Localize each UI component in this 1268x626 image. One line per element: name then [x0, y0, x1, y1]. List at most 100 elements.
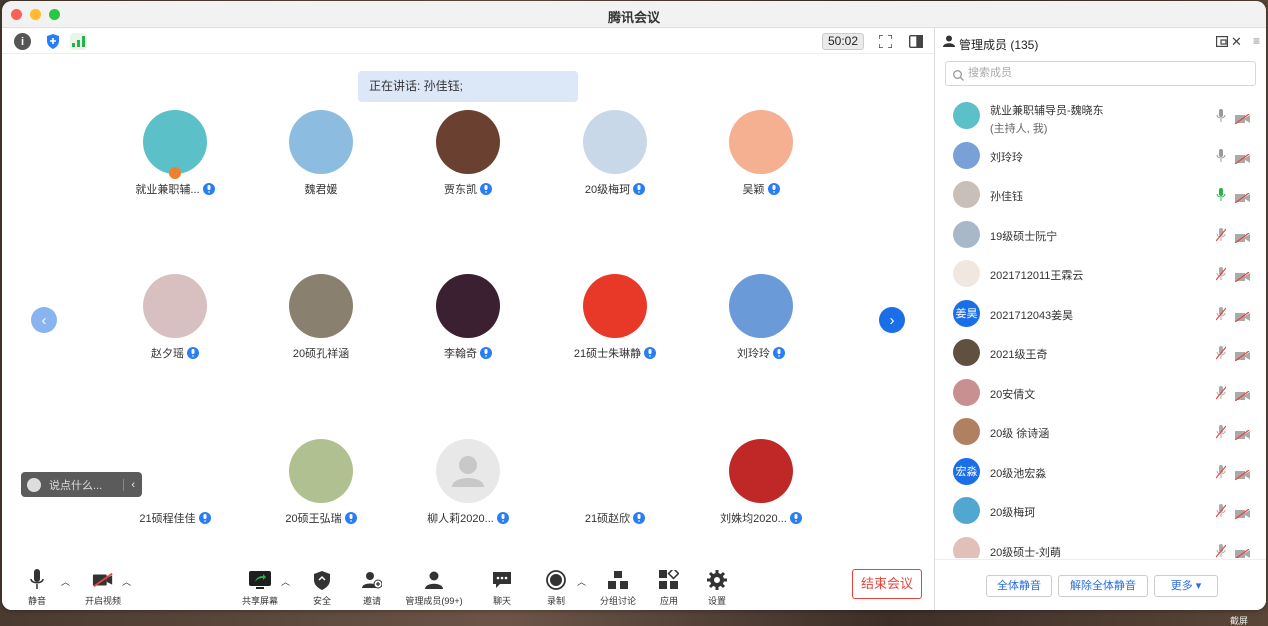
member-video-off-icon[interactable] — [1234, 467, 1250, 480]
share-screen-button[interactable]: 共享屏幕 — [238, 563, 282, 607]
participant-tile[interactable]: 20硕王弘瑞 — [248, 439, 394, 526]
member-mic-icon[interactable] — [1215, 267, 1227, 281]
emoji-icon[interactable] — [27, 477, 41, 492]
participant-tile[interactable]: 21硕士朱琳静 — [542, 274, 688, 361]
quick-chat-box[interactable]: 说点什么... ‹ — [21, 472, 142, 497]
member-mic-icon[interactable] — [1215, 425, 1227, 439]
participant-tile[interactable]: 吴颖 — [688, 110, 834, 197]
active-speaker-banner: 正在讲话: 孙佳钰; — [358, 71, 578, 102]
member-video-off-icon[interactable] — [1234, 269, 1250, 283]
record-options-caret[interactable]: ︿ — [577, 575, 586, 588]
more-button[interactable]: 更多 ▾ — [1154, 575, 1218, 597]
microphone-icon — [26, 569, 48, 591]
member-video-off-icon[interactable] — [1234, 309, 1250, 322]
member-mic-icon[interactable] — [1215, 227, 1227, 242]
security-button[interactable]: 安全 — [307, 563, 337, 607]
member-video-off-icon[interactable] — [1234, 190, 1250, 204]
member-row[interactable]: 2021级王奇 — [935, 333, 1266, 373]
participant-tile[interactable]: 刘姝均2020... — [688, 439, 834, 526]
member-row[interactable]: 20级梅珂 — [935, 491, 1266, 531]
member-row[interactable]: 2021712011王霖云 — [935, 254, 1266, 294]
member-row[interactable]: 19级硕士阮宁 — [935, 215, 1266, 255]
member-mic-icon[interactable] — [1216, 188, 1226, 202]
participant-tile[interactable]: 20硕孔祥涵 — [248, 274, 394, 361]
member-video-off-icon[interactable] — [1234, 506, 1250, 520]
mic-status-icon — [633, 512, 646, 524]
member-mic-icon[interactable] — [1216, 148, 1226, 163]
record-button[interactable]: 录制 — [541, 563, 571, 607]
member-row[interactable]: 孙佳钰 — [935, 175, 1266, 215]
manage-members-button[interactable]: 管理成员(99+) — [402, 563, 466, 607]
menu-icon[interactable]: ≡ — [1253, 34, 1260, 48]
meeting-topbar: i 50:02 — [2, 28, 934, 54]
participant-tile[interactable]: 21硕赵欣 — [542, 439, 688, 526]
member-video-off-icon[interactable] — [1234, 348, 1250, 362]
participant-tile[interactable]: 20级梅珂 — [542, 110, 688, 197]
next-page-button[interactable]: › — [879, 307, 905, 333]
member-mic-icon[interactable] — [1215, 464, 1227, 479]
member-mic-icon[interactable] — [1216, 109, 1226, 123]
member-video-off-icon[interactable] — [1234, 427, 1250, 441]
participant-tile[interactable]: 魏君媛 — [248, 110, 394, 197]
popout-icon[interactable] — [1216, 36, 1229, 50]
record-label: 录制 — [546, 596, 565, 606]
member-row[interactable]: 20安倩文 — [935, 373, 1266, 413]
participant-tile[interactable]: 赵夕瑶 — [102, 274, 248, 361]
video-options-caret[interactable]: ︿ — [122, 575, 131, 588]
member-video-off-icon[interactable] — [1234, 151, 1250, 164]
apps-button[interactable]: 应用 — [654, 563, 684, 607]
member-mic-icon[interactable] — [1215, 306, 1227, 321]
chat-button[interactable]: 聊天 — [487, 563, 517, 607]
participant-name: 吴颖 — [742, 184, 765, 196]
member-name-text: 就业兼职辅导员-魏晓东 — [990, 105, 1104, 117]
settings-button[interactable]: 设置 — [702, 563, 732, 607]
participant-tile[interactable]: 柳人莉2020... — [395, 439, 541, 526]
member-row[interactable]: 20级 徐诗涵 — [935, 412, 1266, 452]
video-off-icon — [92, 569, 114, 591]
member-mic-icon[interactable] — [1215, 385, 1227, 400]
member-mic-icon[interactable] — [1215, 543, 1227, 558]
member-avatar — [953, 102, 980, 129]
member-video-off-icon[interactable] — [1234, 546, 1250, 558]
start-video-button[interactable]: 开启视频 — [80, 563, 126, 607]
sidebar-toggle-icon[interactable] — [907, 33, 924, 50]
participant-tile[interactable]: 刘玲玲 — [688, 274, 834, 361]
participant-tile[interactable]: 李翰奇 — [395, 274, 541, 361]
member-video-off-icon[interactable] — [1234, 388, 1250, 401]
info-icon[interactable]: i — [14, 33, 31, 50]
prev-page-button[interactable]: ‹ — [31, 307, 57, 333]
member-search-input[interactable]: 搜索成员 — [945, 61, 1256, 86]
participant-tile[interactable]: 就业兼职辅... — [102, 110, 248, 197]
unmute-all-button[interactable]: 解除全体静音 — [1058, 575, 1148, 597]
member-name: 刘玲玲 — [990, 149, 1023, 165]
close-panel-icon[interactable]: ✕ — [1231, 34, 1242, 50]
mic-status-icon — [496, 512, 509, 524]
shield-icon[interactable] — [44, 33, 61, 50]
member-mic-icon[interactable] — [1215, 346, 1227, 360]
share-options-caret[interactable]: ︿ — [281, 575, 290, 588]
mute-all-button[interactable]: 全体静音 — [986, 575, 1052, 597]
end-meeting-button[interactable]: 结束会议 — [852, 569, 922, 599]
invite-button[interactable]: 邀请 — [357, 563, 387, 607]
member-row[interactable]: 姜昊 2021712043姜昊 — [935, 294, 1266, 334]
member-row[interactable]: 就业兼职辅导员-魏晓东 (主持人, 我) — [935, 96, 1266, 136]
participant-name: 赵夕瑶 — [151, 348, 184, 360]
member-mic-icon[interactable] — [1215, 504, 1227, 518]
security-shield-icon — [311, 569, 333, 591]
member-video-off-icon[interactable] — [1234, 111, 1250, 125]
manage-label: 管理成员(99+) — [405, 596, 463, 606]
mic-status-icon — [773, 347, 785, 359]
member-row[interactable]: 刘玲玲 — [935, 136, 1266, 176]
mute-options-caret[interactable]: ︿ — [61, 575, 70, 588]
breakout-rooms-button[interactable]: 分组讨论 — [598, 563, 638, 607]
collapse-chat-icon[interactable]: ‹ — [123, 478, 142, 491]
signal-icon[interactable] — [70, 33, 87, 50]
member-row[interactable]: 宏淼 20级池宏淼 — [935, 452, 1266, 492]
mute-button[interactable]: 静音 — [22, 563, 52, 607]
member-name: 20级池宏淼 — [990, 465, 1046, 481]
fullscreen-icon[interactable] — [877, 33, 894, 50]
member-video-off-icon[interactable] — [1234, 230, 1250, 243]
participant-tile[interactable]: 贾东凯 — [395, 110, 541, 197]
chat-icon — [491, 569, 513, 591]
member-row[interactable]: 20级硕士-刘萌 — [935, 531, 1266, 558]
